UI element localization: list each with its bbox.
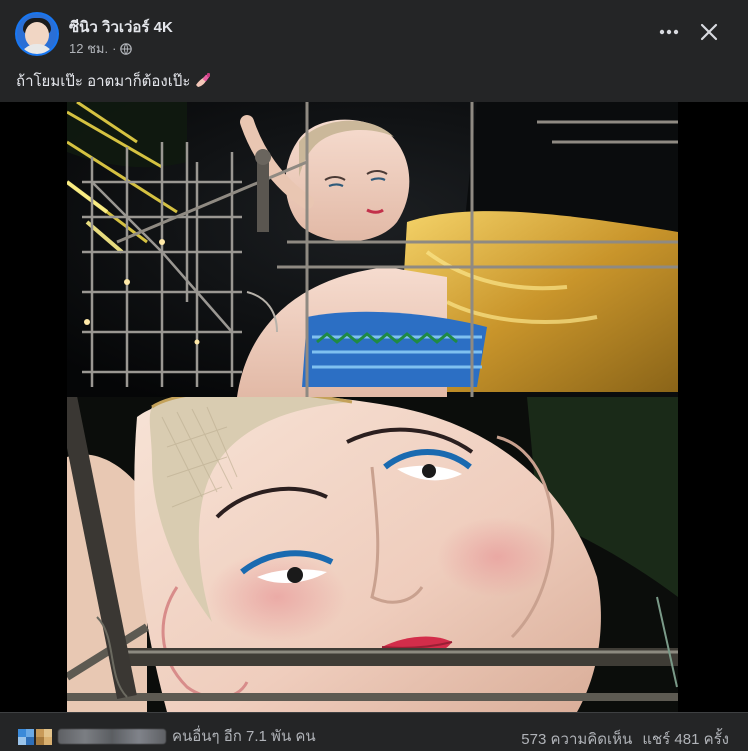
globe-icon[interactable] [120, 42, 133, 55]
reaction-icon [36, 729, 52, 745]
post-meta: 12 ชม. · [69, 38, 133, 59]
post-footer: คนอื่นๆ อีก 7.1 พัน คน 573 ความคิดเห็น แ… [0, 712, 748, 751]
more-horizontal-icon [659, 29, 679, 35]
post-time[interactable]: 12 ชม. [69, 38, 108, 59]
more-options-button[interactable] [657, 20, 681, 44]
post-header: ซีนิว วิวเว่อร์ 4K 12 ชม. · [0, 0, 748, 62]
post-caption: ถ้าโยมเป๊ะ อาตมาก็ต้องเป๊ะ [16, 69, 212, 93]
reactions-count-text[interactable]: คนอื่นๆ อีก 7.1 พัน คน [172, 724, 316, 748]
photo-reclining-buddha-scaffold[interactable] [67, 102, 678, 397]
post-stats: 573 ความคิดเห็น แชร์ 481 ครั้ง [521, 727, 729, 751]
author-avatar[interactable] [17, 14, 57, 54]
photo-buddha-face-closeup[interactable] [67, 397, 678, 712]
close-icon [700, 23, 718, 41]
close-button[interactable] [697, 20, 721, 44]
nail-polish-emoji-icon [196, 73, 211, 87]
post-media[interactable] [0, 102, 748, 712]
author-name[interactable]: ซีนิว วิวเว่อร์ 4K [69, 15, 173, 39]
reactions-summary[interactable]: คนอื่นๆ อีก 7.1 พัน คน [18, 724, 316, 748]
comments-count[interactable]: 573 ความคิดเห็น [521, 727, 632, 751]
blurred-names [58, 728, 166, 744]
shares-count[interactable]: แชร์ 481 ครั้ง [642, 727, 729, 751]
caption-text: ถ้าโยมเป๊ะ อาตมาก็ต้องเป๊ะ [16, 73, 191, 90]
reaction-icon [18, 729, 34, 745]
